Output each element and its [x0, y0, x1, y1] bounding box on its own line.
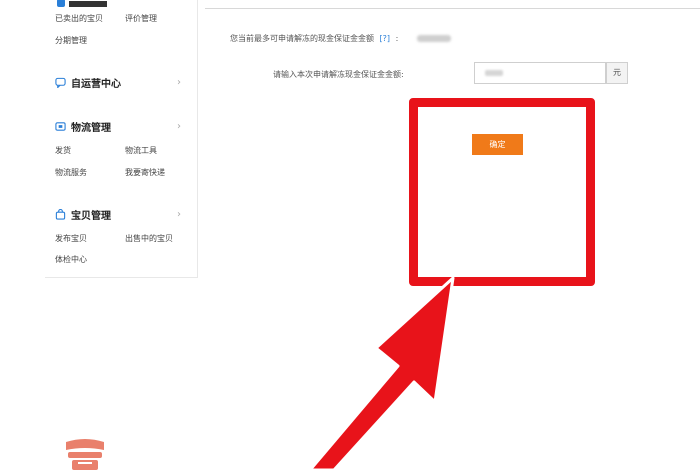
chat-bubble-icon: [55, 77, 66, 88]
sidebar-section-header-partial: [57, 0, 117, 7]
currency-unit: 元: [606, 62, 628, 84]
red-highlight-box: [409, 98, 595, 286]
sidebar-section-self-operation[interactable]: 自运营中心: [55, 75, 121, 90]
chevron-right-icon[interactable]: ›: [177, 209, 181, 220]
sidebar-item-logistics-tools[interactable]: 物流工具: [125, 145, 157, 156]
sidebar-section-title: 物流管理: [71, 123, 111, 134]
unfreeze-amount-label: 请输入本次申请解冻现金保证金金额:: [273, 70, 404, 79]
sidebar-item-reviews[interactable]: 评价管理: [125, 13, 157, 24]
sidebar-section-title: 自运营中心: [71, 79, 121, 90]
sidebar: 已卖出的宝贝 评价管理 分期管理 自运营中心 › 物流管理 › 发货 物流工具 …: [45, 0, 198, 278]
unfreeze-amount-input[interactable]: [474, 62, 606, 84]
sidebar-item-health-check[interactable]: 体检中心: [55, 254, 87, 265]
help-link[interactable]: [?]: [380, 34, 391, 43]
chevron-right-icon[interactable]: ›: [177, 121, 181, 132]
available-amount-row: 您当前最多可申请解冻的现金保证金金额 [?] :: [230, 33, 451, 44]
shop-logo-icon: [66, 439, 104, 470]
sidebar-section-logistics[interactable]: 物流管理: [55, 119, 111, 134]
available-amount-value-obscured: [416, 35, 451, 42]
sidebar-item-ship[interactable]: 发货: [55, 145, 71, 156]
bag-icon: [55, 209, 66, 220]
sidebar-section-item-management[interactable]: 宝贝管理: [55, 207, 111, 222]
sidebar-item-sold-items[interactable]: 已卖出的宝贝: [55, 13, 103, 24]
sidebar-section-title: 宝贝管理: [71, 211, 111, 222]
delivery-icon: [55, 122, 66, 131]
sidebar-item-installments[interactable]: 分期管理: [55, 35, 87, 46]
input-value-obscured: [485, 70, 503, 76]
chevron-right-icon[interactable]: ›: [177, 77, 181, 88]
red-arrow-annotation: [308, 276, 455, 470]
sidebar-item-on-sale[interactable]: 出售中的宝贝: [125, 233, 173, 244]
sidebar-item-publish[interactable]: 发布宝贝: [55, 233, 87, 244]
available-amount-label: 您当前最多可申请解冻的现金保证金金额: [230, 34, 374, 43]
sidebar-item-logistics-service[interactable]: 物流服务: [55, 167, 87, 178]
content-top-divider: [205, 8, 700, 9]
sidebar-item-send-express[interactable]: 我要寄快递: [125, 167, 165, 178]
